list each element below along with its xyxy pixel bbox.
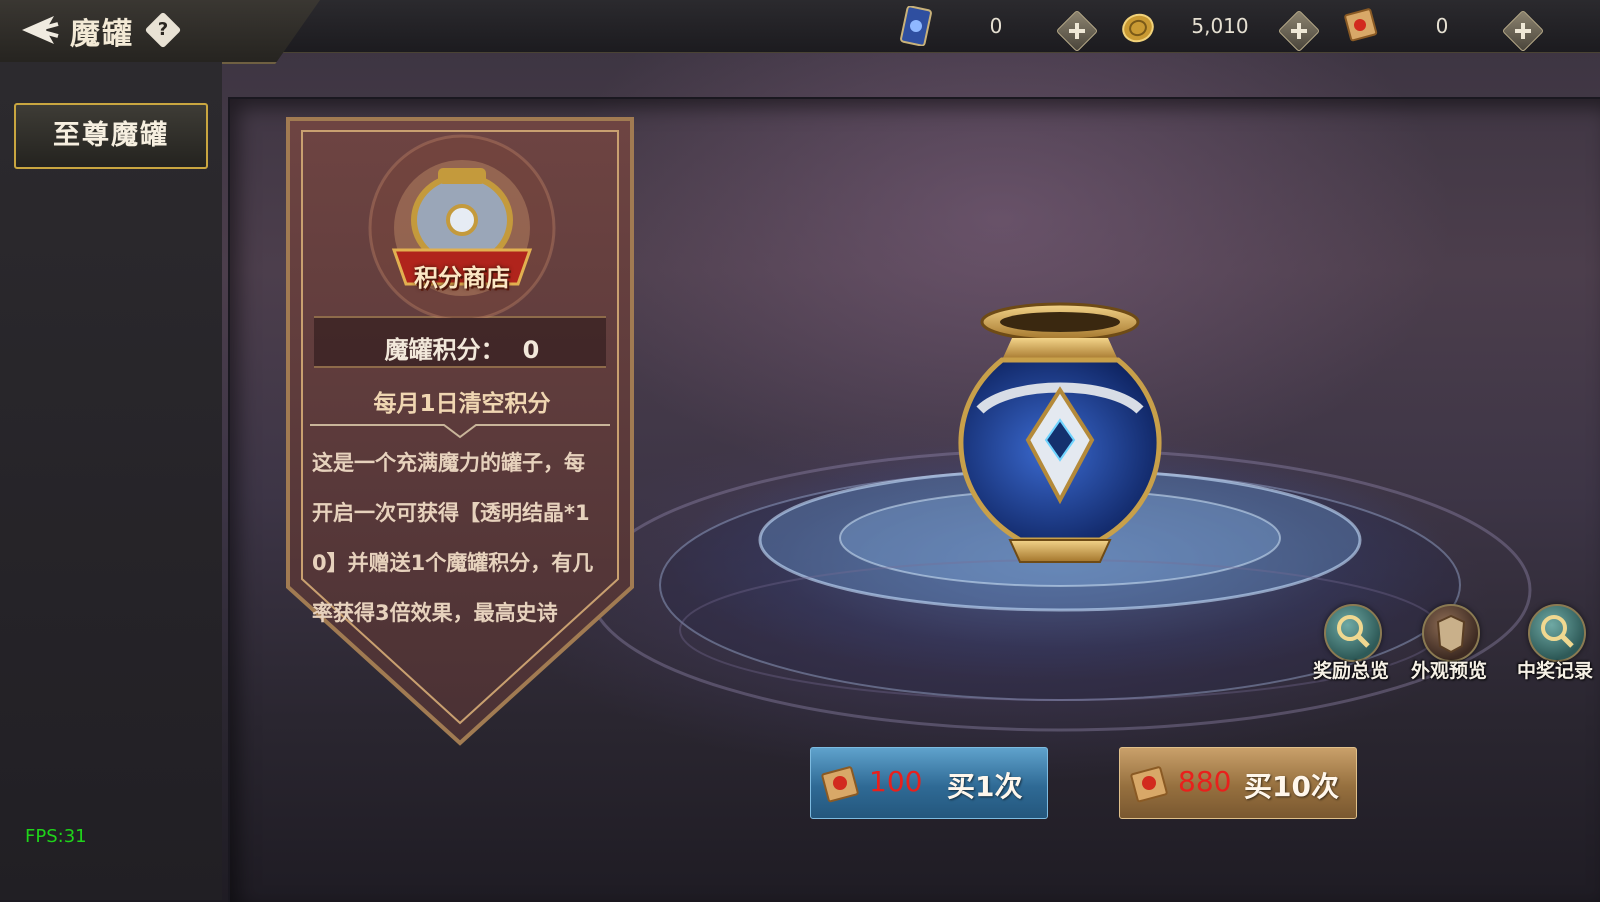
back-arrow-icon[interactable] <box>14 10 60 50</box>
magnifier-icon <box>1324 604 1382 662</box>
points-shop-label: 积分商店 <box>414 264 510 292</box>
help-icon[interactable]: ? <box>144 11 182 49</box>
jar-points-row: 魔罐积分： 0 <box>322 330 602 365</box>
left-sidebar <box>0 62 222 900</box>
add-card-ticket-button[interactable] <box>1055 9 1099 53</box>
resource-card-ticket: 0 <box>898 6 1118 53</box>
jar-points-label: 魔罐积分： <box>384 336 505 364</box>
tab-supreme-jar[interactable]: 至尊魔罐 <box>14 103 208 169</box>
resource-value: 0 <box>989 14 1003 38</box>
description-line: 率获得3倍效果，最高史诗 <box>312 601 558 625</box>
description-line: 0】并赠送1个魔罐积分，有几 <box>312 551 594 575</box>
scroll-voucher-icon <box>821 766 859 803</box>
magnifier-icon <box>1528 604 1586 662</box>
resource-scroll: 0 <box>1342 6 1562 53</box>
resource-value: 0 <box>1435 14 1449 38</box>
buy-once-price: 100 <box>869 765 923 798</box>
armor-preview-icon <box>1422 604 1480 662</box>
points-reset-note: 每月1日清空积分 <box>373 391 551 417</box>
buy-once-button[interactable]: 100 买1次 <box>810 747 1048 819</box>
gold-coin-icon <box>1122 13 1154 43</box>
buy-ten-button[interactable]: 880 买10次 <box>1119 747 1357 819</box>
jar-points-value: 0 <box>522 336 540 364</box>
magic-jar <box>958 302 1162 563</box>
resource-value: 5,010 <box>1191 14 1249 38</box>
jar-description: 这是一个充满魔力的罐子，每 开启一次可获得【透明结晶*1 0】并赠送1个魔罐积分… <box>312 438 614 638</box>
winning-record-label: 中奖记录 <box>1516 660 1593 682</box>
title-panel: 魔罐 ? <box>0 0 320 64</box>
buy-once-label: 买1次 <box>947 770 1023 803</box>
add-scroll-button[interactable] <box>1501 9 1545 53</box>
fps-counter: FPS:31 <box>25 826 87 847</box>
add-gold-button[interactable] <box>1277 9 1321 53</box>
card-ticket-icon <box>900 6 932 46</box>
buy-ten-price: 880 <box>1178 765 1232 798</box>
description-line: 开启一次可获得【透明结晶*1 <box>312 501 590 525</box>
appearance-preview-label: 外观预览 <box>1410 660 1487 682</box>
reward-overview-label: 奖励总览 <box>1312 660 1389 682</box>
scroll-voucher-icon <box>1130 766 1168 803</box>
buy-ten-label: 买10次 <box>1244 770 1339 803</box>
resource-gold: 5,010 <box>1120 6 1340 53</box>
page-title: 魔罐 <box>70 17 134 52</box>
scroll-voucher-icon <box>1344 8 1378 42</box>
description-line: 这是一个充满魔力的罐子，每 <box>312 451 585 475</box>
